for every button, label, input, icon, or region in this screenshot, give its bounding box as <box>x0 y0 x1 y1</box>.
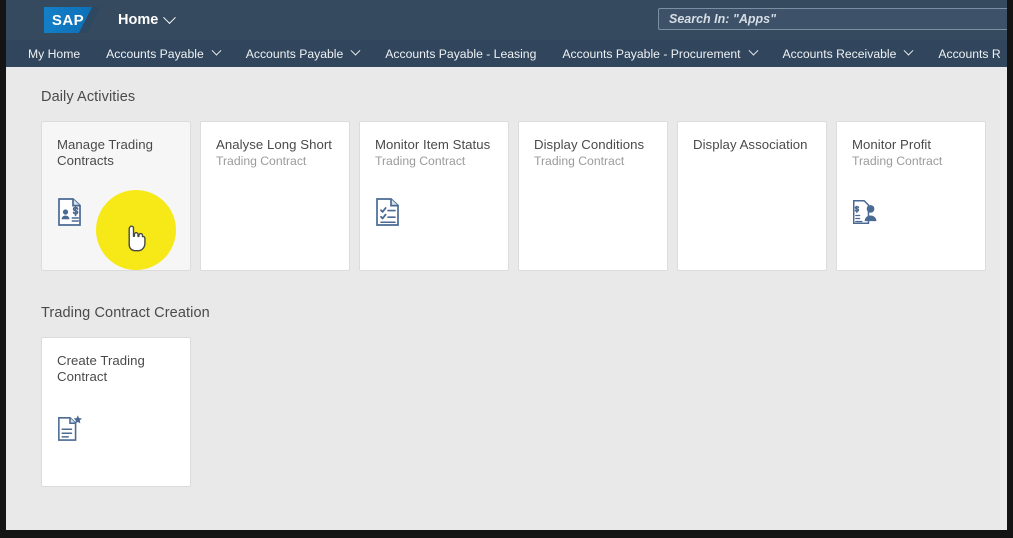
nav-item-3[interactable]: Accounts Payable - Leasing <box>385 40 536 67</box>
nav-item-label: Accounts Receivable <box>782 46 897 61</box>
navigation-bar: My Home Accounts Payable Accounts Payable A… <box>0 40 1013 67</box>
letterbox-right <box>1007 0 1013 538</box>
home-menu-button[interactable]: Home <box>118 10 177 28</box>
search-field[interactable] <box>658 8 1013 30</box>
tile-row-1: Create Trading Contract <box>41 337 1013 487</box>
tile[interactable]: Display Association <box>677 121 827 271</box>
chevron-down-icon <box>163 10 177 24</box>
group-title-1: Trading Contract Creation <box>41 305 210 321</box>
launchpad-content: Daily Activities Manage Trading Contracts… <box>0 67 1013 530</box>
tile-subtitle: Trading Contract <box>375 153 466 168</box>
document-checklist-icon <box>375 197 401 227</box>
nav-item-label: Accounts Payable - Procurement <box>562 46 741 61</box>
chevron-down-icon[interactable] <box>903 45 914 56</box>
tile[interactable]: Create Trading Contract <box>41 337 191 487</box>
sap-logo-text: SAP <box>51 11 85 29</box>
chevron-down-icon[interactable] <box>748 45 758 56</box>
search-box[interactable] <box>658 8 1013 30</box>
letterbox-left <box>0 0 6 538</box>
search-input[interactable] <box>669 12 1013 26</box>
nav-item-1[interactable]: Accounts Payable <box>106 40 222 67</box>
tile-title: Manage Trading Contracts <box>57 137 154 168</box>
screen: SAP Home My Home Accounts Payable Accounts… <box>0 0 1013 538</box>
tile[interactable]: Display Conditions Trading Contract <box>518 121 668 271</box>
tile[interactable]: Manage Trading Contracts <box>41 121 191 271</box>
nav-item-label: Accounts R <box>938 46 1001 61</box>
tile-row-0: Manage Trading Contracts Analyse Long Sh… <box>41 121 1013 271</box>
tile-title: Display Conditions <box>534 137 645 152</box>
nav-item-label: Accounts Payable - Leasing <box>385 46 537 61</box>
tile-title: Monitor Item Status <box>375 137 491 152</box>
nav-item-2[interactable]: Accounts Payable <box>245 40 361 67</box>
document-dollar-person-icon <box>852 197 878 227</box>
nav-item-label: Accounts Payable <box>106 46 204 61</box>
tile[interactable]: Monitor Item Status Trading Contract <box>359 121 509 271</box>
contract-person-dollar-icon <box>57 197 83 227</box>
tile[interactable]: Monitor Profit Trading Contract <box>836 121 986 271</box>
tile-subtitle: Trading Contract <box>216 153 307 168</box>
tile-subtitle: Trading Contract <box>852 153 943 168</box>
tile[interactable]: Analyse Long Short Trading Contract <box>200 121 350 271</box>
group-title-0: Daily Activities <box>41 89 136 105</box>
tile-title: Analyse Long Short <box>216 137 333 152</box>
chevron-down-icon[interactable] <box>211 45 222 56</box>
chevron-down-icon[interactable] <box>350 45 361 56</box>
tile-subtitle: Trading Contract <box>534 153 625 168</box>
tile-title: Monitor Profit <box>852 137 932 152</box>
tile-title: Display Association <box>693 137 808 152</box>
home-menu-label: Home <box>118 12 159 28</box>
nav-item-label: Accounts Payable <box>245 46 344 61</box>
sap-logo[interactable]: SAP <box>44 7 100 33</box>
nav-item-6[interactable]: Accounts R <box>938 40 1000 67</box>
nav-item-5[interactable]: Accounts Receivable <box>782 40 914 67</box>
nav-item-label: My Home <box>28 46 81 61</box>
nav-item-4[interactable]: Accounts Payable - Procurement <box>562 40 758 67</box>
shell-bar: SAP Home <box>0 0 1013 40</box>
nav-item-0[interactable]: My Home <box>28 40 80 67</box>
letterbox-bottom <box>0 530 1013 538</box>
document-star-icon <box>57 413 83 443</box>
tile-title: Create Trading Contract <box>57 353 145 384</box>
